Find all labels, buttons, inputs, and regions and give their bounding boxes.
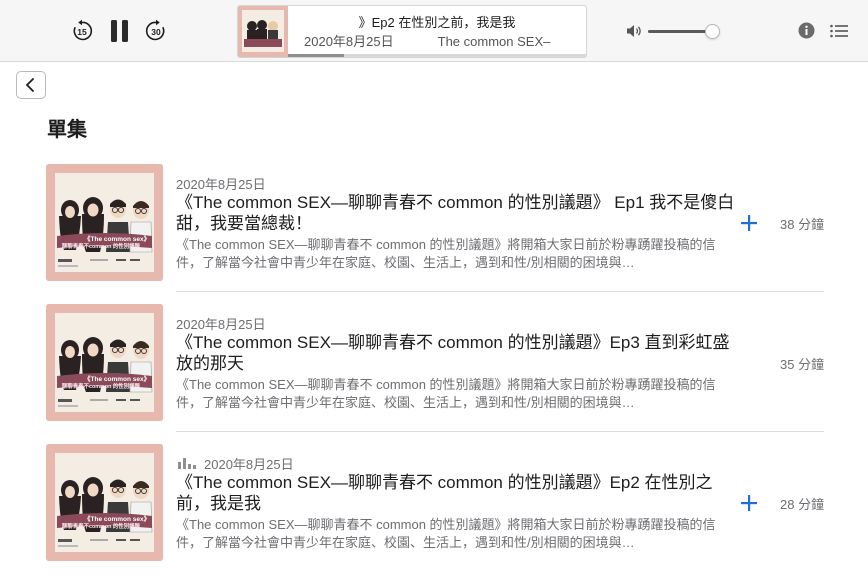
artwork-badge-line1: 《The common sex》 xyxy=(84,375,150,383)
episode-date: 2020年8月25日 xyxy=(176,177,266,192)
skip-back-label: 15 xyxy=(77,27,87,37)
artwork-badge-line2: 聊聊青春不common 的性別議題 xyxy=(62,242,140,250)
volume-slider-knob[interactable] xyxy=(705,24,720,39)
episode-description: 《The common SEX—聊聊青春不 common 的性別議題》將開箱大家… xyxy=(176,377,716,410)
episode-title[interactable]: 《The common SEX—聊聊青春不 common 的性別議題》Ep3 直… xyxy=(176,332,736,374)
divider xyxy=(176,291,824,292)
now-playing-panel[interactable]: 》Ep2 在性別之前，我是我 2020年8月25日 The common SEX– xyxy=(237,5,587,58)
add-to-library-icon[interactable] xyxy=(739,213,759,233)
episode-date: 2020年8月25日 xyxy=(176,317,266,332)
episode-duration: 35 分鐘 xyxy=(780,357,825,372)
episode-title[interactable]: 《The common SEX—聊聊青春不 common 的性別議題》 Ep1 … xyxy=(176,192,736,234)
episode-row[interactable]: 《The common sex》 聊聊青春不common 的性別議題 2020年… xyxy=(0,444,868,584)
volume-slider-fill xyxy=(648,30,711,33)
now-playing-subtitle: 2020年8月25日 The common SEX– xyxy=(304,31,550,50)
episode-artwork: 《The common sex》 聊聊青春不common 的性別議題 xyxy=(46,304,163,421)
episode-artwork: 《The common sex》 聊聊青春不common 的性別議題 xyxy=(46,164,163,281)
now-playing-artwork xyxy=(238,6,288,57)
divider xyxy=(176,431,824,432)
episode-duration: 28 分鐘 xyxy=(780,497,825,512)
section-title: 單集 xyxy=(47,119,87,141)
episode-artwork: 《The common sex》 聊聊青春不common 的性別議題 xyxy=(46,444,163,561)
pause-icon xyxy=(111,20,128,42)
now-playing-show: The common SEX– xyxy=(437,34,551,49)
volume-icon xyxy=(627,25,641,37)
player-toolbar: 15 30 》Ep2 在性別之前，我是我 2020年8月25日 The commo… xyxy=(0,0,868,62)
now-playing-title: 》Ep2 在性別之前，我是我 xyxy=(358,15,516,30)
playback-progress-fill xyxy=(288,54,345,57)
playback-progress-bar[interactable] xyxy=(288,54,586,57)
episode-date: 2020年8月25日 xyxy=(204,457,294,472)
episode-title[interactable]: 《The common SEX—聊聊青春不 common 的性別議題》Ep2 在… xyxy=(176,472,736,514)
artwork-badge-line1: 《The common sex》 xyxy=(84,235,150,243)
skip-back-button[interactable]: 15 xyxy=(70,19,94,43)
artwork-badge-line2: 聊聊青春不common 的性別議題 xyxy=(62,382,140,390)
episode-row[interactable]: 《The common sex》 聊聊青春不common 的性別議題 2020年… xyxy=(0,164,868,304)
queue-list-icon[interactable] xyxy=(830,23,848,39)
skip-forward-icon: 30 xyxy=(145,19,165,41)
skip-forward-button[interactable]: 30 xyxy=(144,19,168,43)
info-icon[interactable] xyxy=(798,22,815,39)
episode-row[interactable]: 《The common sex》 聊聊青春不common 的性別議題 2020年… xyxy=(0,304,868,444)
add-to-library-icon[interactable] xyxy=(739,493,759,513)
now-playing-date: 2020年8月25日 xyxy=(304,34,394,49)
pause-button[interactable] xyxy=(108,18,132,44)
episode-description: 《The common SEX—聊聊青春不 common 的性別議題》將開箱大家… xyxy=(176,237,716,270)
episode-duration: 38 分鐘 xyxy=(780,217,825,232)
back-button[interactable] xyxy=(16,71,46,99)
skip-back-icon: 15 xyxy=(73,19,93,41)
artwork-badge-line2: 聊聊青春不common 的性別議題 xyxy=(62,522,140,530)
now-playing-equalizer-icon xyxy=(178,458,196,469)
chevron-left-icon xyxy=(26,78,34,92)
artwork-badge-line1: 《The common sex》 xyxy=(84,515,150,523)
skip-forward-label: 30 xyxy=(151,27,161,37)
episode-description: 《The common SEX—聊聊青春不 common 的性別議題》將開箱大家… xyxy=(176,517,716,550)
